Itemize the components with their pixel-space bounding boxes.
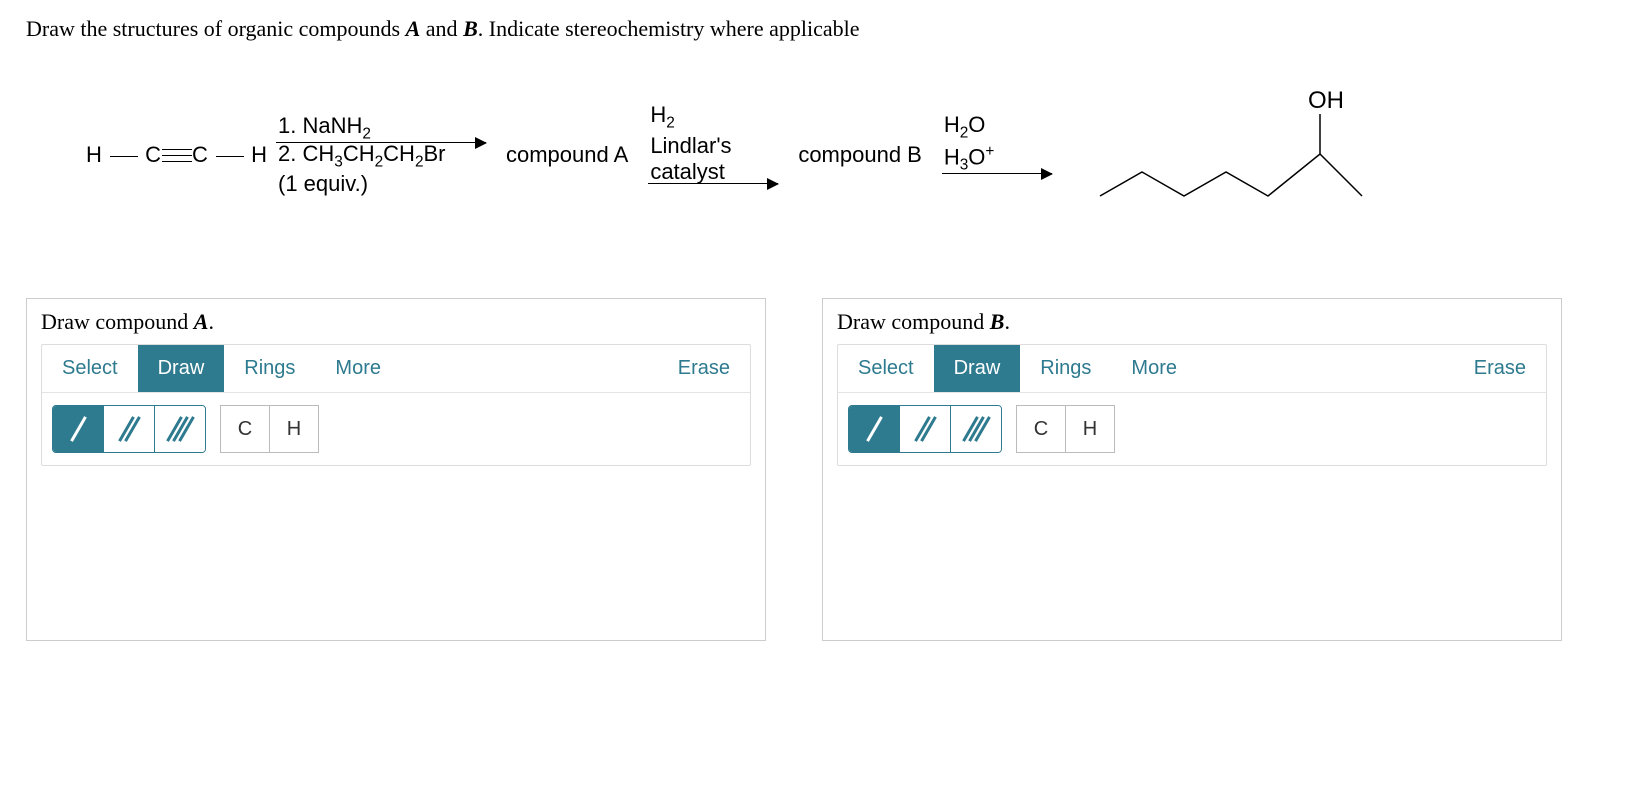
single-bond-icon [862,417,886,441]
question-text: Draw the structures of organic compounds… [26,16,1613,42]
panel-compound-b: Draw compound B. Select Draw Rings More … [822,298,1562,641]
tab-erase[interactable]: Erase [658,345,750,392]
triple-bond-button[interactable] [951,406,1001,452]
panel-a-title: Draw compound A. [27,299,765,344]
q-mid: and [420,16,463,41]
panel-b-title: Draw compound B. [823,299,1561,344]
atom-group-a: C H [220,405,319,453]
arrow-step1: 1. NaNH2 2. CH3CH2CH2Br (1 equiv.) [276,113,486,197]
single-bond-button[interactable] [849,406,900,452]
q-B: B [463,16,478,41]
tab-select[interactable]: Select [838,345,934,392]
atom-c-button[interactable]: C [220,405,270,453]
product-structure: OH [1070,82,1370,228]
double-bond-button[interactable] [900,406,951,452]
compound-a-label: compound A [506,142,628,168]
single-bond-icon [66,417,90,441]
triple-bond-icon [964,417,988,441]
atom-h-button[interactable]: H [269,405,319,453]
single-bond-button[interactable] [53,406,104,452]
atom-h-button[interactable]: H [1065,405,1115,453]
atom-group-b: C H [1016,405,1115,453]
triple-bond-icon [168,417,192,441]
tab-more[interactable]: More [1111,345,1197,392]
arrow1-line [276,142,486,143]
tab-draw[interactable]: Draw [934,345,1021,392]
tab-rings[interactable]: Rings [1020,345,1111,392]
double-bond-icon [117,417,141,441]
step2-top: H2 Lindlar's catalyst [646,102,780,184]
step1-top: 1. NaNH2 [274,113,488,143]
bond-group-a [52,405,206,453]
step3-top: H2O H3O+ [940,112,1054,174]
arrow3-line [942,173,1052,174]
toolbar-b: Select Draw Rings More Erase C H [837,344,1547,466]
drawing-canvas-a[interactable] [41,466,751,626]
q-suffix: . Indicate stereochemistry where applica… [478,16,860,41]
tab-erase[interactable]: Erase [1454,345,1546,392]
double-bond-button[interactable] [104,406,155,452]
compound-b-label: compound B [798,142,922,168]
tab-more[interactable]: More [315,345,401,392]
arrow2-line [648,183,778,184]
tab-draw[interactable]: Draw [138,345,225,392]
step1-bot: 2. CH3CH2CH2Br (1 equiv.) [274,141,488,197]
reaction-scheme: H CC H 1. NaNH2 2. CH3CH2CH2Br (1 equiv.… [86,82,1613,228]
starting-material: H CC H [86,142,268,168]
panel-compound-a: Draw compound A. Select Draw Rings More … [26,298,766,641]
arrow-step2: H2 Lindlar's catalyst [648,102,778,207]
atom-c-button[interactable]: C [1016,405,1066,453]
tab-select[interactable]: Select [42,345,138,392]
triple-bond-button[interactable] [155,406,205,452]
tab-rings[interactable]: Rings [224,345,315,392]
arrow-step3: H2O H3O+ [942,112,1052,197]
q-A: A [406,16,421,41]
oh-label: OH [1308,87,1344,114]
drawing-canvas-b[interactable] [837,466,1547,626]
double-bond-icon [913,417,937,441]
bond-group-b [848,405,1002,453]
q-prefix: Draw the structures of organic compounds [26,16,406,41]
toolbar-a: Select Draw Rings More Erase C H [41,344,751,466]
